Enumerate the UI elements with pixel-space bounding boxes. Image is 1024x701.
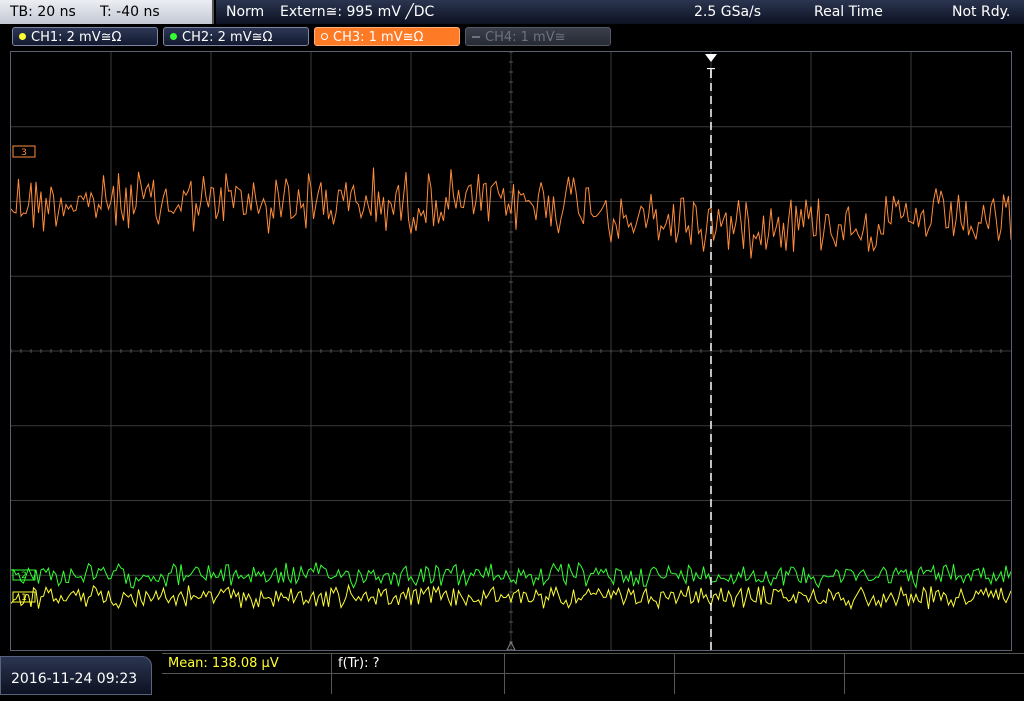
trigger-mode: Norm bbox=[226, 4, 265, 20]
status-bar[interactable]: Norm Extern≅: 995 mV ╱DC 2.5 GSa/s Real … bbox=[216, 0, 1024, 24]
top-bar: TB: 20 ns T: -40 ns Norm Extern≅: 995 mV… bbox=[0, 0, 1024, 24]
measurement-slot-9[interactable] bbox=[675, 674, 845, 694]
trigger-time-label: T: -40 ns bbox=[100, 4, 160, 20]
date-time-display: 2016-11-24 09:23 bbox=[0, 656, 152, 695]
ch2-marker-label: 2 bbox=[21, 571, 27, 581]
measurement-panel[interactable]: Mean: 138.08 µV f(Tr): ? bbox=[162, 653, 1024, 695]
acquisition-mode: Real Time bbox=[814, 4, 883, 20]
ch1-indicator-icon bbox=[19, 33, 26, 40]
bottom-bar: 2016-11-24 09:23 Mean: 138.08 µV f(Tr): … bbox=[0, 653, 1024, 695]
ch4-indicator-icon bbox=[472, 36, 480, 38]
channel-tab-label: CH1: 2 mV≅Ω bbox=[31, 30, 122, 45]
graticule bbox=[11, 52, 1011, 650]
channel-tab-label: CH4: 1 mV≅ bbox=[485, 30, 566, 45]
trigger-position-marker-icon[interactable] bbox=[705, 54, 717, 62]
measurement-mean[interactable]: Mean: 138.08 µV bbox=[162, 654, 332, 674]
measurement-slot-10[interactable] bbox=[845, 674, 1024, 694]
measurement-slot-8[interactable] bbox=[505, 674, 675, 694]
ch2-indicator-icon bbox=[170, 33, 177, 40]
ch1-marker-label: 1 bbox=[21, 593, 27, 603]
waveform-canvas: T 3 2 1 bbox=[11, 52, 1011, 650]
channel-tab-ch2[interactable]: CH2: 2 mV≅Ω bbox=[163, 27, 309, 46]
channel-tab-ch3[interactable]: CH3: 1 mV≅Ω bbox=[314, 27, 460, 46]
channel-tab-label: CH2: 2 mV≅Ω bbox=[182, 30, 273, 45]
waveform-display[interactable]: T 3 2 1 bbox=[10, 51, 1012, 651]
acquisition-state: Not Rdy. bbox=[952, 4, 1011, 20]
channel-tab-ch4[interactable]: CH4: 1 mV≅ bbox=[465, 27, 611, 46]
trigger-marker-label: T bbox=[706, 67, 715, 82]
measurement-slot-3[interactable] bbox=[505, 654, 675, 674]
ch3-indicator-icon bbox=[321, 33, 328, 40]
measurement-slot-6[interactable] bbox=[162, 674, 332, 694]
timebase-label: TB: 20 ns bbox=[10, 4, 76, 20]
timebase-box[interactable]: TB: 20 ns T: -40 ns bbox=[0, 0, 214, 24]
channel-tab-label: CH3: 1 mV≅Ω bbox=[333, 30, 424, 45]
channel-tabs: CH1: 2 mV≅Ω CH2: 2 mV≅Ω CH3: 1 mV≅Ω CH4:… bbox=[0, 25, 1024, 49]
measurement-ftr[interactable]: f(Tr): ? bbox=[332, 654, 505, 674]
measurement-slot-4[interactable] bbox=[675, 654, 845, 674]
measurement-slot-7[interactable] bbox=[332, 674, 505, 694]
trigger-source: Extern≅: 995 mV ╱DC bbox=[280, 4, 435, 20]
ch3-marker-label: 3 bbox=[21, 148, 27, 158]
channel-tab-ch1[interactable]: CH1: 2 mV≅Ω bbox=[12, 27, 158, 46]
sample-rate: 2.5 GSa/s bbox=[694, 4, 762, 20]
measurement-slot-5[interactable] bbox=[845, 654, 1024, 674]
